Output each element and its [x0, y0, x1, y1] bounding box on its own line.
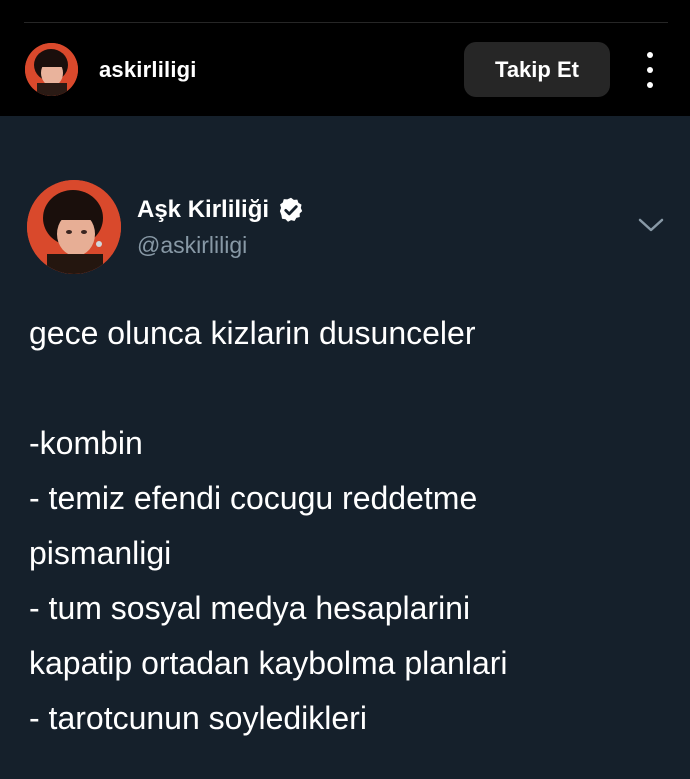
tweet-line: kapatip ortadan kaybolma planlari: [29, 645, 508, 681]
display-name-text: Aşk Kirliliği: [137, 196, 270, 223]
tweet-line: [29, 361, 669, 416]
more-dot: [647, 82, 653, 88]
handle[interactable]: @askirliligi: [137, 232, 247, 259]
tweet-line: - tum sosyal medya hesaplarini: [29, 590, 471, 626]
display-name[interactable]: Aşk Kirliliği: [137, 196, 305, 224]
chevron-down-icon[interactable]: [638, 216, 664, 234]
tweet-avatar[interactable]: [27, 180, 121, 274]
tweet-line: pismanligi: [29, 535, 172, 571]
tweet-text: gece olunca kizlarin dusunceler -kombin …: [29, 306, 669, 746]
post-header: askirliligi Takip Et: [0, 0, 690, 116]
avatar-image: [25, 43, 78, 96]
tweet-line: gece olunca kizlarin dusunceler: [29, 315, 476, 351]
follow-button[interactable]: Takip Et: [464, 42, 610, 97]
header-divider: [24, 22, 668, 23]
tweet-line: - temiz efendi cocugu reddetme: [29, 480, 478, 516]
more-vertical-icon[interactable]: [640, 52, 660, 88]
more-dot: [647, 67, 653, 73]
verified-badge-icon: [279, 197, 303, 222]
tweet-avatar-image: [27, 180, 121, 274]
tweet-line: - tarotcunun soyledikleri: [29, 700, 367, 736]
tweet-line: -kombin: [29, 425, 143, 461]
avatar[interactable]: [25, 43, 78, 96]
more-dot: [647, 52, 653, 58]
username[interactable]: askirliligi: [99, 57, 197, 83]
